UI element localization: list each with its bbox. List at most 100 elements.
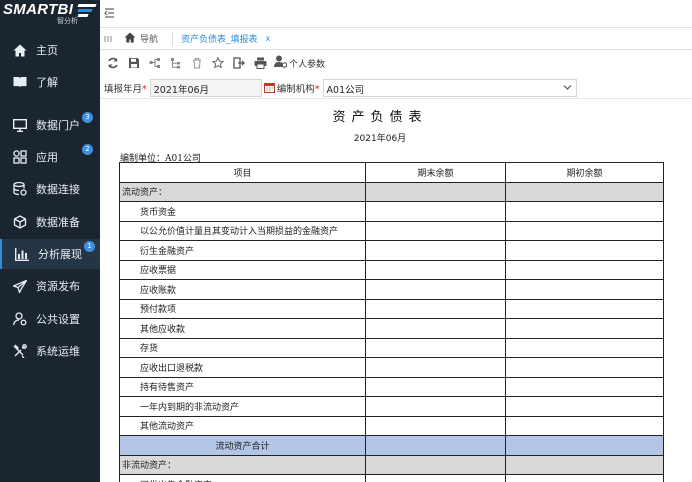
user-settings-icon [274,55,288,71]
tab-grip-icon[interactable] [104,35,112,43]
tab-label: 导航 [140,35,159,45]
row-label: 存货 [119,337,366,358]
report-title: 资产负债表 [332,110,428,125]
opening-balance-cell[interactable] [505,318,664,339]
row-label: 可供出售金融资产 [119,474,366,482]
collapse-sidebar-icon[interactable] [104,8,115,21]
table-row: 以公允价值计量且其变动计入当期损益的金融资产 [119,220,664,241]
ending-balance-cell[interactable] [365,279,506,300]
sidebar-item-label: 系统运维 [36,345,80,358]
print-icon[interactable] [253,56,267,70]
table-row: 应收出口退税款 [119,357,664,378]
org-label: 编制机构* [276,83,320,95]
opening-balance-cell[interactable] [505,240,664,261]
calendar-icon[interactable] [263,82,275,96]
org-value: A01公司 [326,84,365,96]
send-icon [12,278,28,294]
tree-icon[interactable] [169,56,183,70]
sidebar-item-cube[interactable]: 数据准备 [0,207,100,237]
opening-balance-cell[interactable] [505,279,664,300]
close-tab-icon[interactable]: x [266,34,271,43]
sidebar-item-label: 了解 [36,76,58,89]
tab-divider [172,31,174,46]
monitor-icon [12,117,28,133]
total-row: 流动资产合计 [119,435,664,456]
ending-balance-cell[interactable] [365,259,506,280]
opening-balance-cell[interactable] [505,201,664,222]
sidebar-item-label: 数据准备 [36,216,80,229]
opening-balance-cell[interactable] [505,298,664,319]
table-row: 一年内到期的非流动资产 [119,396,664,417]
cube-icon [12,214,28,230]
bar-chart-icon [14,246,30,262]
header-item: 项目 [119,162,366,183]
export-icon[interactable] [232,56,246,70]
row-label: 一年内到期的非流动资产 [119,396,366,417]
sidebar-item-apps[interactable]: 应用 2 [0,142,100,172]
report-canvas: 资产负债表 2021年06月 编制单位：A01公司 项目 期末余额 期初余额 流… [100,100,692,482]
table-row: 存货 [119,337,664,358]
sidebar-item-tools[interactable]: 系统运维 [0,336,100,366]
ending-balance-cell[interactable] [365,337,506,358]
tab-navigation[interactable]: 导航 [118,28,164,50]
sidebar-item-settings-user[interactable]: 公共设置 [0,304,100,334]
opening-balance-cell[interactable] [505,259,664,280]
flow-icon[interactable] [148,56,162,70]
period-field[interactable]: 2021年06月 [149,78,262,97]
table-row: 其他应收款 [119,318,664,339]
row-label: 流动资产合计 [119,435,366,456]
opening-balance-cell[interactable] [505,396,664,417]
ending-balance-cell[interactable] [365,201,506,222]
table-row: 货币资金 [119,201,664,222]
opening-balance-cell[interactable] [505,337,664,358]
row-label: 流动资产： [119,181,366,202]
opening-balance-cell[interactable] [505,415,664,436]
top-bar [100,0,692,28]
header-opening-balance: 期初余额 [505,162,664,183]
period-value: 2021年06月 [153,84,210,96]
ending-balance-cell[interactable] [365,376,506,397]
ending-balance-cell[interactable] [365,415,506,436]
save-icon[interactable] [127,56,141,70]
opening-balance-cell[interactable] [505,357,664,378]
sidebar-item-home[interactable]: 主页 [0,35,100,65]
ending-balance-cell[interactable] [365,298,506,319]
table-row: 其他流动资产 [119,415,664,436]
section-row: 非流动资产： [119,454,664,475]
delete-icon[interactable] [190,56,204,70]
opening-balance-cell[interactable] [505,220,664,241]
logo-subtitle: 智分析 [57,17,78,25]
row-label: 货币资金 [119,201,366,222]
sidebar-item-database[interactable]: 数据连接 [0,174,100,204]
section-row: 流动资产： [119,181,664,202]
opening-balance-cell[interactable] [505,474,664,482]
ending-balance-cell[interactable] [365,240,506,261]
tab-balance-sheet[interactable]: 资产负债表_填报表 x [181,28,276,50]
ending-balance-cell[interactable] [365,318,506,339]
personal-params-button[interactable]: 个人参数 [274,55,325,71]
ending-balance-cell[interactable] [365,220,506,241]
report-date: 2021年06月 [353,134,407,144]
sidebar-item-label: 资源发布 [36,280,80,293]
personal-params-label: 个人参数 [289,59,326,70]
org-select[interactable]: A01公司 [322,78,577,97]
refresh-icon[interactable] [106,56,120,70]
notification-badge: 3 [82,112,93,123]
sidebar-item-send[interactable]: 资源发布 [0,271,100,301]
ending-balance-cell[interactable] [365,474,506,482]
sidebar-item-monitor[interactable]: 数据门户 3 [0,110,100,140]
table-row: 预付款项 [119,298,664,319]
tab-bar: 导航 资产负债表_填报表 x [100,28,692,50]
star-icon[interactable] [211,56,225,70]
opening-balance-cell[interactable] [505,376,664,397]
row-label: 持有待售资产 [119,376,366,397]
row-label: 其他应收款 [119,318,366,339]
ending-balance-cell [365,454,506,475]
notification-badge: 1 [84,241,95,252]
sidebar-item-bar-chart[interactable]: 分析展现 1 [0,239,100,269]
sidebar-item-label: 分析展现 [38,248,82,261]
ending-balance-cell[interactable] [365,357,506,378]
sidebar-item-book[interactable]: 了解 [0,67,100,97]
row-label: 预付款项 [119,298,366,319]
ending-balance-cell[interactable] [365,396,506,417]
